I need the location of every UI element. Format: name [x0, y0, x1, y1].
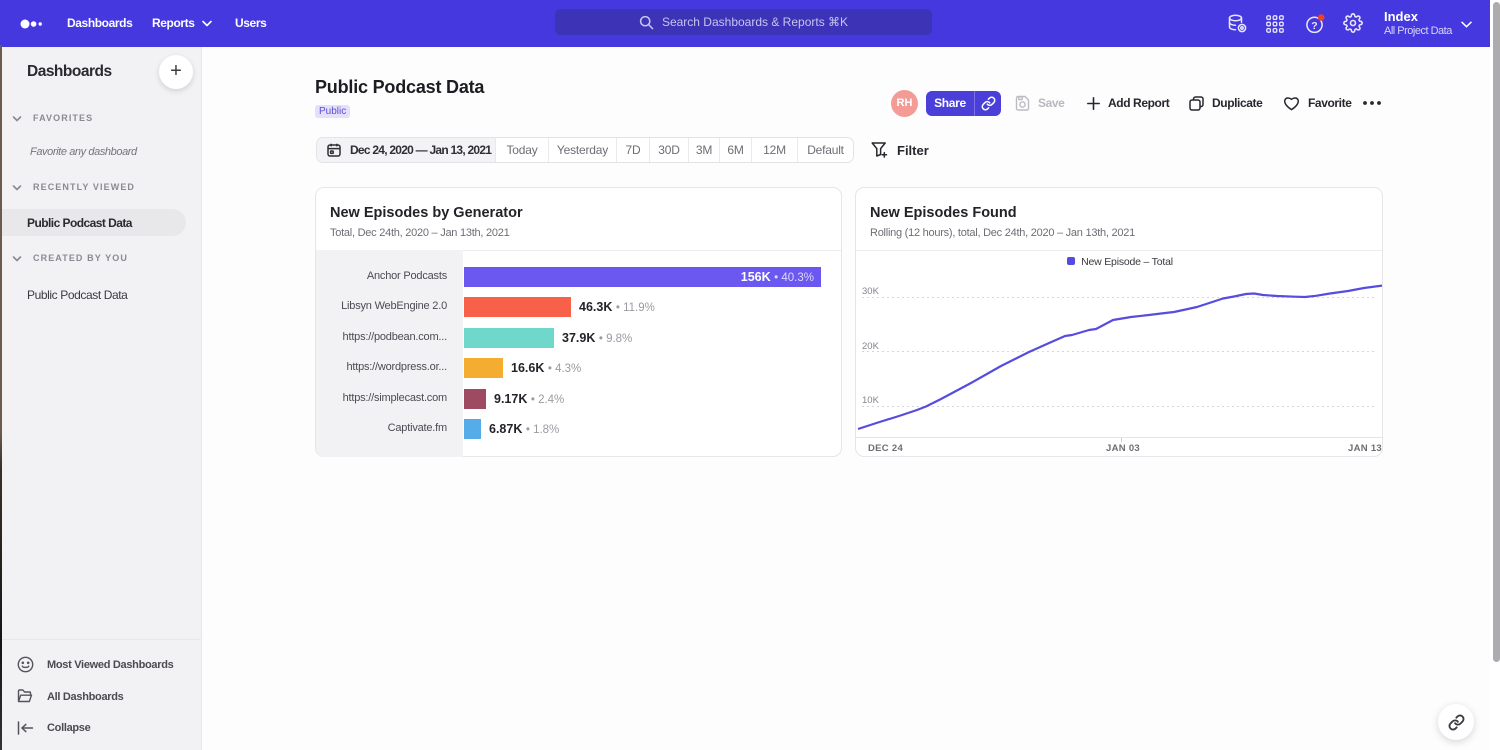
- svg-text:?: ?: [1311, 20, 1317, 32]
